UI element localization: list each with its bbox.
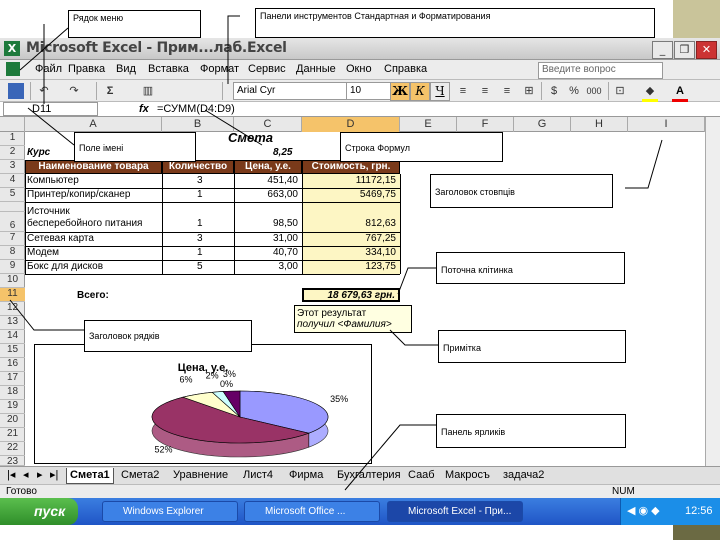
annotation-row-header: Заголовок рядків [84,320,252,352]
annotation-column-header: Заголовок стовпців [430,174,613,208]
annotation-formula-row: Строка Формул [340,132,503,162]
annotation-toolbars: Панели инструментов Стандартная и Формат… [255,8,655,38]
annotation-menu-row: Рядок меню [68,10,201,38]
annotation-current-cell: Поточна клітинка [436,252,625,284]
annotation-tabs-panel: Панель ярликів [436,414,626,448]
annotation-name-field: Поле імені [74,132,196,162]
annotation-note: Примітка [438,330,626,363]
